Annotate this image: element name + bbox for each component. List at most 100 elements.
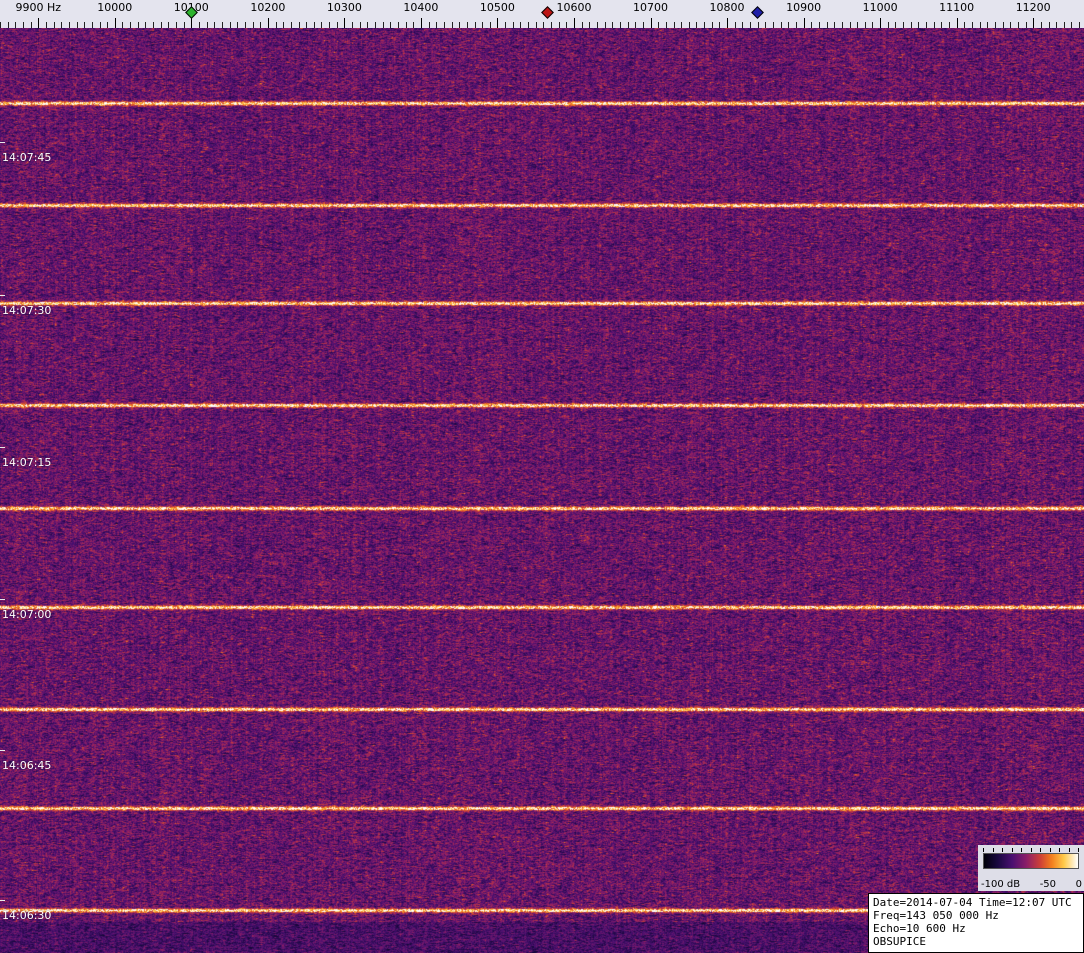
freq-tick-minor bbox=[865, 22, 866, 28]
freq-tick-minor bbox=[528, 22, 529, 28]
freq-tick-major bbox=[880, 18, 881, 28]
freq-tick-minor bbox=[536, 22, 537, 28]
freq-tick-minor bbox=[635, 22, 636, 28]
freq-tick-minor bbox=[949, 22, 950, 28]
freq-tick-minor bbox=[964, 22, 965, 28]
freq-tick-minor bbox=[237, 22, 238, 28]
freq-tick-minor bbox=[306, 22, 307, 28]
frequency-ruler[interactable]: 9900 Hz100001010010200103001040010500106… bbox=[0, 0, 1084, 28]
freq-tick-minor bbox=[842, 22, 843, 28]
freq-tick-major bbox=[191, 18, 192, 28]
colorbar-tick bbox=[1002, 848, 1003, 852]
freq-axis-label: 10400 bbox=[403, 1, 438, 14]
freq-tick-minor bbox=[314, 22, 315, 28]
freq-tick-minor bbox=[796, 22, 797, 28]
freq-tick-minor bbox=[735, 22, 736, 28]
colorbar-tick bbox=[1050, 848, 1051, 852]
freq-tick-minor bbox=[911, 22, 912, 28]
info-line-datetime: Date=2014-07-04 Time=12:07 UTC bbox=[873, 896, 1079, 909]
freq-tick-minor bbox=[413, 22, 414, 28]
colorbar-tick bbox=[1040, 848, 1041, 852]
freq-tick-minor bbox=[398, 22, 399, 28]
freq-tick-minor bbox=[436, 22, 437, 28]
freq-tick-minor bbox=[811, 22, 812, 28]
freq-tick-minor bbox=[834, 22, 835, 28]
freq-tick-minor bbox=[704, 22, 705, 28]
colorbar-tick bbox=[993, 848, 994, 852]
freq-tick-minor bbox=[628, 22, 629, 28]
freq-tick-minor bbox=[566, 22, 567, 28]
freq-tick-minor bbox=[291, 22, 292, 28]
freq-tick-minor bbox=[674, 22, 675, 28]
freq-tick-minor bbox=[367, 22, 368, 28]
freq-tick-minor bbox=[765, 22, 766, 28]
time-axis-tick bbox=[0, 599, 5, 600]
waterfall-area[interactable]: 14:07:4514:07:3014:07:1514:07:0014:06:45… bbox=[0, 28, 1084, 953]
freq-axis-label: 10800 bbox=[710, 1, 745, 14]
colorbar-tick bbox=[1078, 848, 1079, 852]
freq-tick-minor bbox=[827, 22, 828, 28]
freq-axis-label: 10200 bbox=[250, 1, 285, 14]
freq-tick-minor bbox=[612, 22, 613, 28]
freq-tick-minor bbox=[903, 22, 904, 28]
freq-tick-major bbox=[957, 18, 958, 28]
freq-tick-minor bbox=[107, 22, 108, 28]
freq-tick-minor bbox=[781, 22, 782, 28]
freq-tick-minor bbox=[475, 22, 476, 28]
marker-diamond-red[interactable] bbox=[541, 6, 554, 19]
freq-tick-minor bbox=[0, 22, 1, 28]
colorbar-labels: -100 dB -50 0 bbox=[981, 879, 1082, 890]
freq-tick-minor bbox=[390, 22, 391, 28]
time-axis-label: 14:07:30 bbox=[2, 304, 51, 317]
freq-axis-label: 10500 bbox=[480, 1, 515, 14]
freq-tick-minor bbox=[31, 22, 32, 28]
freq-axis-label: 10300 bbox=[327, 1, 362, 14]
freq-tick-minor bbox=[207, 22, 208, 28]
freq-axis-label: 10900 bbox=[786, 1, 821, 14]
freq-tick-minor bbox=[452, 22, 453, 28]
freq-tick-minor bbox=[758, 22, 759, 28]
freq-tick-major bbox=[804, 18, 805, 28]
freq-tick-minor bbox=[429, 22, 430, 28]
freq-tick-minor bbox=[658, 22, 659, 28]
freq-tick-minor bbox=[23, 22, 24, 28]
colorbar-legend: -100 dB -50 0 bbox=[978, 845, 1084, 891]
freq-tick-minor bbox=[1018, 22, 1019, 28]
freq-axis-label: 11100 bbox=[939, 1, 974, 14]
freq-axis-label: 11200 bbox=[1016, 1, 1051, 14]
freq-tick-minor bbox=[122, 22, 123, 28]
colorbar-label-mid: -50 bbox=[1040, 879, 1056, 890]
freq-tick-minor bbox=[666, 22, 667, 28]
freq-tick-minor bbox=[1041, 22, 1042, 28]
freq-tick-major bbox=[268, 18, 269, 28]
freq-tick-minor bbox=[895, 22, 896, 28]
freq-tick-minor bbox=[1003, 22, 1004, 28]
colorbar-tick bbox=[1069, 848, 1070, 852]
freq-axis-label: 10700 bbox=[633, 1, 668, 14]
freq-tick-minor bbox=[482, 22, 483, 28]
spectrogram-waterfall[interactable] bbox=[0, 28, 1084, 953]
freq-tick-minor bbox=[1079, 22, 1080, 28]
freq-tick-minor bbox=[750, 22, 751, 28]
marker-diamond-blue[interactable] bbox=[751, 6, 764, 19]
freq-tick-major bbox=[344, 18, 345, 28]
colorbar-ticks bbox=[983, 848, 1079, 852]
time-axis-label: 14:07:00 bbox=[2, 608, 51, 621]
time-axis-tick bbox=[0, 750, 5, 751]
freq-axis-label: 9900 Hz bbox=[16, 1, 62, 14]
freq-tick-minor bbox=[941, 22, 942, 28]
freq-tick-minor bbox=[168, 22, 169, 28]
freq-tick-minor bbox=[1010, 22, 1011, 28]
freq-tick-minor bbox=[505, 22, 506, 28]
freq-tick-major bbox=[1033, 18, 1034, 28]
freq-tick-minor bbox=[92, 22, 93, 28]
freq-tick-major bbox=[421, 18, 422, 28]
freq-tick-minor bbox=[459, 22, 460, 28]
freq-tick-minor bbox=[681, 22, 682, 28]
freq-tick-minor bbox=[253, 22, 254, 28]
freq-tick-minor bbox=[972, 22, 973, 28]
freq-tick-minor bbox=[8, 22, 9, 28]
freq-tick-minor bbox=[742, 22, 743, 28]
freq-tick-minor bbox=[100, 22, 101, 28]
freq-tick-minor bbox=[520, 22, 521, 28]
